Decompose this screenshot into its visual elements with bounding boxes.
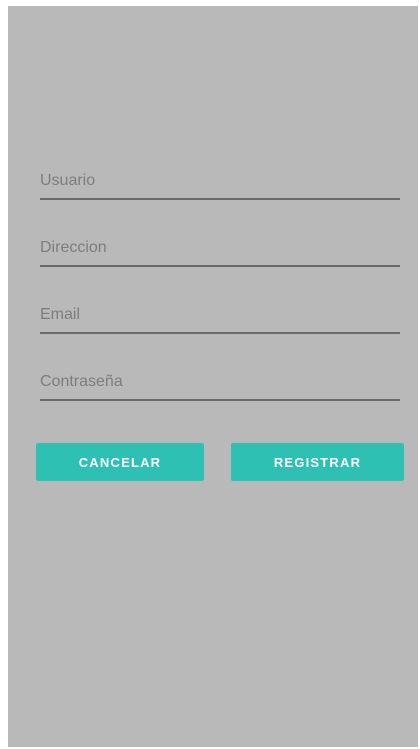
cancel-button[interactable]: CANCELAR — [36, 443, 204, 481]
address-input[interactable] — [40, 233, 400, 267]
register-button[interactable]: REGISTRAR — [231, 443, 404, 481]
email-input[interactable] — [40, 300, 400, 334]
registration-form — [40, 166, 400, 434]
app-screen: CANCELAR REGISTRAR — [8, 6, 418, 747]
address-field-wrapper — [40, 233, 400, 285]
email-field-wrapper — [40, 300, 400, 352]
form-actions: CANCELAR REGISTRAR — [36, 443, 404, 481]
password-field-wrapper — [40, 367, 400, 419]
username-input[interactable] — [40, 166, 400, 200]
username-field-wrapper — [40, 166, 400, 218]
password-input[interactable] — [40, 367, 400, 401]
